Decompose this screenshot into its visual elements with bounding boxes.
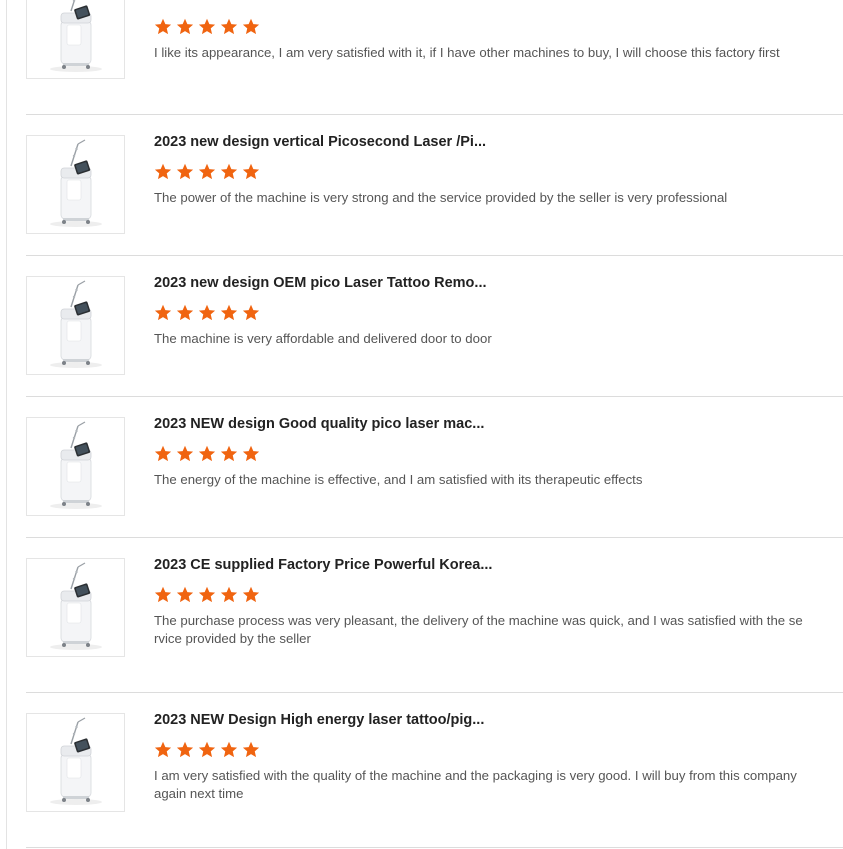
star-rating	[154, 445, 814, 463]
star-icon	[176, 304, 194, 321]
product-title[interactable]: 2023 new design vertical Picosecond Lase…	[154, 133, 814, 151]
star-rating	[154, 304, 814, 322]
star-icon	[176, 18, 194, 35]
star-icon	[220, 18, 238, 35]
star-icon	[220, 445, 238, 462]
star-icon	[242, 586, 260, 603]
review-item: 2023 NEW Design High energy laser tattoo…	[26, 693, 843, 848]
star-icon	[154, 304, 172, 321]
star-icon	[242, 18, 260, 35]
star-icon	[220, 163, 238, 180]
laser-machine-image	[27, 136, 124, 233]
star-icon	[154, 586, 172, 603]
star-icon	[198, 741, 216, 758]
star-icon	[220, 304, 238, 321]
star-icon	[220, 586, 238, 603]
star-icon	[242, 304, 260, 321]
product-title[interactable]: 2023 new design OEM pico Laser Tattoo Re…	[154, 274, 814, 292]
star-rating	[154, 18, 814, 36]
star-icon	[176, 163, 194, 180]
review-item: 2023 NEW design Good quality pico laser …	[26, 397, 843, 538]
laser-machine-image	[27, 418, 124, 515]
star-icon	[242, 163, 260, 180]
laser-machine-image	[27, 559, 124, 656]
star-rating	[154, 741, 814, 759]
review-comment: The purchase process was very pleasant, …	[154, 613, 803, 646]
review-comment: I am very satisfied with the quality of …	[154, 768, 797, 801]
review-comment: The power of the machine is very strong …	[154, 190, 728, 205]
star-rating	[154, 586, 814, 604]
star-icon	[154, 163, 172, 180]
laser-machine-image	[27, 0, 124, 78]
review-list: I like its appearance, I am very satisfi…	[26, 0, 843, 849]
star-icon	[176, 741, 194, 758]
review-comment: The machine is very affordable and deliv…	[154, 331, 492, 346]
star-icon	[198, 586, 216, 603]
star-icon	[198, 18, 216, 35]
star-icon	[154, 445, 172, 462]
star-icon	[242, 741, 260, 758]
star-icon	[198, 445, 216, 462]
star-icon	[220, 741, 238, 758]
review-item: 2023 new design OEM pico Laser Tattoo Re…	[26, 256, 843, 397]
product-title[interactable]: 2023 NEW design Good quality pico laser …	[154, 415, 814, 433]
star-rating	[154, 163, 814, 181]
product-thumbnail[interactable]	[26, 558, 125, 657]
star-icon	[154, 18, 172, 35]
divider	[26, 847, 843, 848]
star-icon	[198, 163, 216, 180]
product-thumbnail[interactable]	[26, 135, 125, 234]
review-comment: I like its appearance, I am very satisfi…	[154, 45, 780, 60]
star-icon	[176, 445, 194, 462]
review-item: 2023 CE supplied Factory Price Powerful …	[26, 538, 843, 693]
product-title[interactable]: 2023 CE supplied Factory Price Powerful …	[154, 556, 814, 574]
star-icon	[242, 445, 260, 462]
star-icon	[198, 304, 216, 321]
product-thumbnail[interactable]	[26, 276, 125, 375]
star-icon	[154, 741, 172, 758]
product-thumbnail[interactable]	[26, 417, 125, 516]
review-comment: The energy of the machine is effective, …	[154, 472, 643, 487]
product-title[interactable]: 2023 NEW Design High energy laser tattoo…	[154, 711, 814, 729]
product-thumbnail[interactable]	[26, 713, 125, 812]
laser-machine-image	[27, 714, 124, 811]
review-item: I like its appearance, I am very satisfi…	[26, 0, 843, 115]
review-item: 2023 new design vertical Picosecond Lase…	[26, 115, 843, 256]
product-thumbnail[interactable]	[26, 0, 125, 79]
laser-machine-image	[27, 277, 124, 374]
star-icon	[176, 586, 194, 603]
left-border	[6, 0, 7, 849]
